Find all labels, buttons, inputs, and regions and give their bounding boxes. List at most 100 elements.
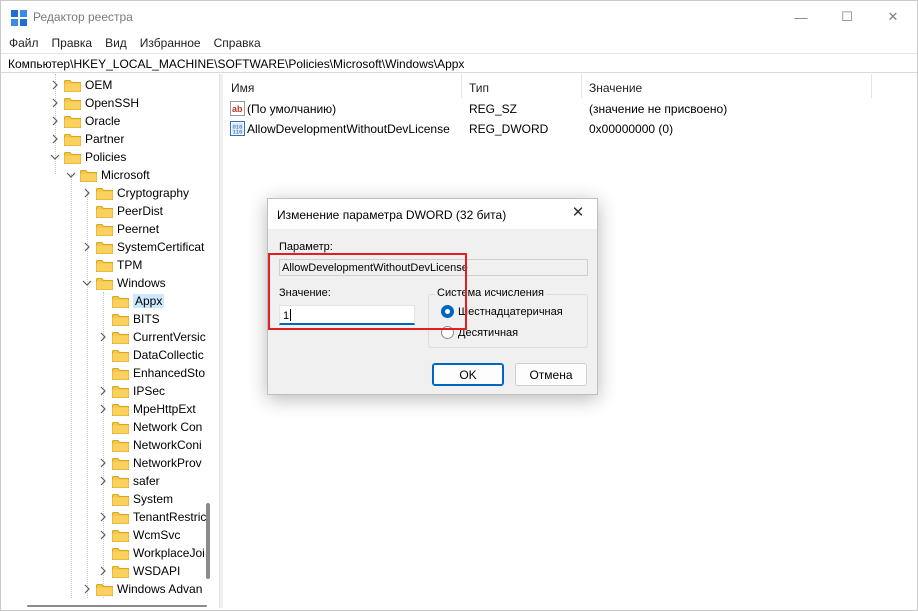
folder-icon [112, 511, 129, 524]
number-base-group [428, 294, 588, 348]
menu-favorites[interactable]: Избранное [132, 33, 206, 53]
tree-item[interactable]: MpeHttpExt [97, 400, 196, 418]
list-row[interactable]: 010 110 AllowDevelopmentWithoutDevLicens… [223, 119, 917, 139]
list-row[interactable]: ab (По умолчанию) REG_SZ (значение не пр… [223, 99, 917, 119]
tree-item[interactable]: BITS [97, 310, 160, 328]
folder-icon [112, 421, 129, 434]
tree-item[interactable]: WSDAPI [97, 562, 180, 580]
tree-item[interactable]: TenantRestric [97, 508, 206, 526]
tree-item[interactable]: Partner [49, 130, 124, 148]
tree-item[interactable]: TPM [81, 256, 142, 274]
chevron-right-icon[interactable] [97, 565, 109, 577]
tree-item-label: NetworkProv [133, 456, 202, 470]
chevron-right-icon[interactable] [97, 403, 109, 415]
folder-icon [96, 187, 113, 200]
chevron-right-icon[interactable] [49, 97, 61, 109]
folder-icon [112, 385, 129, 398]
menu-file[interactable]: Файл [1, 33, 44, 53]
tree-item[interactable]: OEM [49, 76, 112, 94]
folder-icon [112, 547, 129, 560]
tree-guide-line [71, 174, 72, 599]
chevron-right-icon[interactable] [81, 583, 93, 595]
chevron-right-icon[interactable] [49, 79, 61, 91]
tree-item[interactable]: Network Con [97, 418, 202, 436]
svg-text:ab: ab [232, 104, 243, 114]
dialog-close-button[interactable]: ✕ [569, 204, 587, 222]
tree-item[interactable]: SystemCertificat [81, 238, 204, 256]
folder-icon [112, 313, 129, 326]
minimize-button[interactable]: — [778, 1, 824, 33]
tree-item[interactable]: PeerDist [81, 202, 163, 220]
close-button[interactable]: ✕ [870, 1, 916, 33]
tree-item[interactable]: WcmSvc [97, 526, 180, 544]
menu-help[interactable]: Справка [206, 33, 266, 53]
key-tree[interactable]: OEM OpenSSH Oracle Partner Policies Microsoft… [1, 74, 219, 599]
column-header-type[interactable]: Тип [469, 81, 489, 95]
tree-item[interactable]: Windows Advan [81, 580, 202, 598]
value-label: Значение: [279, 287, 331, 299]
menu-edit[interactable]: Правка [44, 33, 98, 53]
tree-item[interactable]: IPSec [97, 382, 165, 400]
tree-item[interactable]: System [97, 490, 173, 508]
tree-vertical-scrollbar[interactable] [206, 503, 210, 579]
tree-item[interactable]: Peernet [81, 220, 159, 238]
close-icon: ✕ [887, 9, 899, 24]
window-title: Редактор реестра [33, 10, 133, 24]
chevron-right-icon[interactable] [49, 133, 61, 145]
chevron-right-icon[interactable] [97, 529, 109, 541]
tree-item[interactable]: Windows [81, 274, 166, 292]
folder-icon [112, 493, 129, 506]
chevron-right-icon[interactable] [97, 385, 109, 397]
radio-hexadecimal[interactable]: Шестнадцатеричная [441, 305, 563, 318]
chevron-right-icon[interactable] [97, 511, 109, 523]
column-separator[interactable] [461, 74, 462, 98]
chevron-right-icon[interactable] [81, 187, 93, 199]
tree-horizontal-scrollbar[interactable] [27, 605, 207, 607]
tree-item[interactable]: Microsoft [65, 166, 150, 184]
text-caret [290, 309, 292, 321]
chevron-down-icon[interactable] [81, 277, 93, 289]
tree-item[interactable]: WorkplaceJoi [97, 544, 205, 562]
menu-view[interactable]: Вид [97, 33, 132, 53]
folder-icon [112, 403, 129, 416]
tree-item[interactable]: Oracle [49, 112, 120, 130]
address-bar[interactable]: Компьютер\HKEY_LOCAL_MACHINE\SOFTWARE\Po… [1, 53, 917, 73]
tree-item[interactable]: Appx [97, 292, 165, 310]
chevron-right-icon[interactable] [97, 457, 109, 469]
column-separator[interactable] [871, 74, 872, 98]
tree-item[interactable]: safer [97, 472, 160, 490]
folder-icon [96, 241, 113, 254]
tree-item[interactable]: EnhancedSto [97, 364, 205, 382]
chevron-right-icon[interactable] [97, 475, 109, 487]
chevron-right-icon[interactable] [81, 241, 93, 253]
tree-item[interactable]: Policies [49, 148, 126, 166]
tree-item[interactable]: Cryptography [81, 184, 189, 202]
tree-item[interactable]: CurrentVersic [97, 328, 206, 346]
chevron-down-icon[interactable] [49, 151, 61, 163]
radio-decimal[interactable]: Десятичная [441, 326, 518, 339]
tree-item[interactable]: DataCollectic [97, 346, 204, 364]
chevron-down-icon[interactable] [65, 169, 77, 181]
radio-unchecked-icon [441, 326, 454, 339]
tree-item-label: Peernet [117, 222, 160, 236]
tree-item[interactable]: OpenSSH [49, 94, 139, 112]
column-header-value[interactable]: Значение [589, 81, 642, 95]
folder-icon [80, 169, 97, 182]
tree-item[interactable]: NetworkProv [97, 454, 202, 472]
dword-value-icon: 010 110 [230, 121, 245, 136]
column-separator[interactable] [581, 74, 582, 98]
chevron-right-icon[interactable] [49, 115, 61, 127]
chevron-right-icon[interactable] [97, 331, 109, 343]
maximize-button[interactable]: ☐ [824, 1, 870, 33]
ok-button[interactable]: OK [432, 363, 504, 386]
cancel-button[interactable]: Отмена [515, 363, 587, 386]
value-input[interactable]: 1 [279, 305, 415, 325]
tree-item[interactable]: NetworkConi [97, 436, 202, 454]
folder-icon [112, 529, 129, 542]
tree-item-label: WSDAPI [133, 564, 181, 578]
column-header-name[interactable]: Имя [231, 81, 254, 95]
